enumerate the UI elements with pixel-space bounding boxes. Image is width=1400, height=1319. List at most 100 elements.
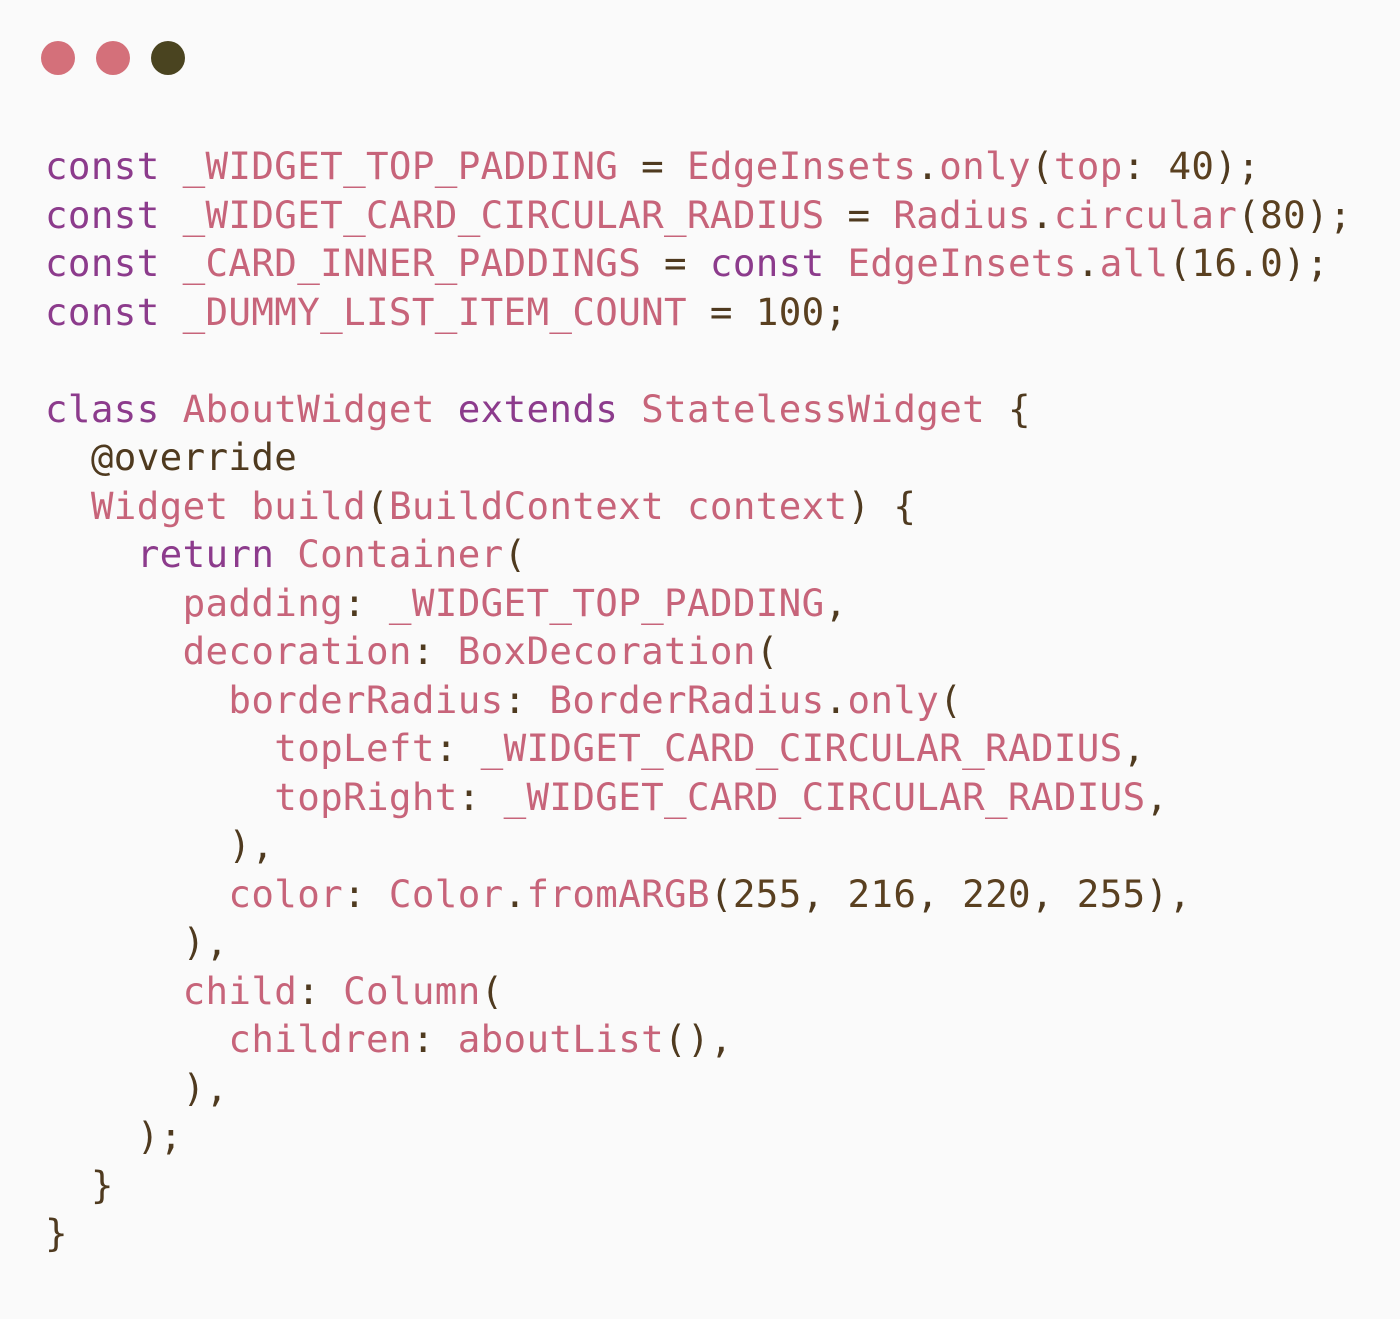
code-token: , [1122,726,1146,770]
code-token: } [45,1162,114,1207]
code-token: : [343,580,389,625]
code-token: ); [1306,192,1352,237]
code-token: BoxDecoration [457,629,756,673]
code-token: ( [1030,144,1054,188]
code-token: , [824,580,848,625]
code-token: children [228,1017,412,1061]
code-token: child [182,968,298,1013]
code-token: ( [503,532,527,576]
code-line: decoration: BoxDecoration( [45,627,1352,676]
code-token: : [411,1017,458,1061]
window-controls [41,41,185,75]
code-token: BorderRadius [549,677,825,722]
code-token: ; [824,289,848,334]
code-line: borderRadius: BorderRadius.only( [45,676,1352,725]
code-token: = [686,289,756,334]
code-token: @override [45,435,298,479]
code-token: = [641,241,710,285]
code-token: const [45,289,160,334]
code-token: : [297,968,344,1013]
code-token: _WIDGET_TOP_PADDING [388,580,825,625]
code-token: Container [297,532,504,576]
code-token: ( [480,968,504,1013]
code-token: only [847,677,940,722]
code-line: Widget build(BuildContext context) { [45,482,1352,531]
code-token: const [45,144,160,188]
code-token: Widget [90,483,229,528]
code-token: decoration [182,629,412,673]
code-token: ( [755,629,779,673]
code-token: _CARD_INNER_PADDINGS [182,241,642,285]
code-token: 40 [1168,144,1215,188]
code-token: ), [1145,871,1192,916]
code-token: only [939,144,1031,188]
close-dot-icon[interactable] [41,41,75,75]
code-token: (), [664,1017,733,1061]
code-token: ); [45,1114,183,1158]
code-token: , [1030,871,1077,916]
code-token: build [251,483,366,528]
code-token: borderRadius [228,677,504,722]
code-token: : [343,871,389,916]
code-token: ), [45,1065,229,1110]
code-token: , [916,871,963,916]
code-token: ( [1168,241,1192,285]
code-token: ); [1214,144,1261,188]
code-token: 16.0 [1191,241,1284,285]
code-token: class [45,386,160,431]
code-token: Color [388,871,504,916]
code-line: return Container( [45,530,1352,579]
code-block: const _WIDGET_TOP_PADDING = EdgeInsets. o… [45,142,1352,1258]
code-token: topLeft [274,726,435,770]
code-token: , [801,871,848,916]
code-token: _WIDGET_CARD_CIRCULAR_RADIUS [182,192,825,237]
code-line: ), [45,918,1352,967]
code-token: const [709,241,825,285]
code-token: . [503,871,527,916]
code-token: ( [366,483,389,528]
code-token: = [618,144,687,188]
code-token: AboutWidget [182,386,435,431]
code-token: _DUMMY_LIST_ITEM_COUNT [182,289,687,334]
code-line: class AboutWidget extends StatelessWidge… [45,385,1352,434]
code-line: ), [45,1064,1352,1113]
code-token: : [411,629,458,673]
code-token: : [503,677,550,722]
code-line: color: Color.fromARGB(255, 216, 220, 255… [45,870,1352,919]
code-line: } [45,1161,1352,1210]
code-line: } [45,1209,1352,1258]
code-token: Radius [893,192,1031,237]
code-token: . [1076,241,1100,285]
code-token: const [45,241,160,285]
minimize-dot-icon[interactable] [96,41,130,75]
code-token: 220 [962,871,1031,916]
maximize-dot-icon[interactable] [151,41,185,75]
code-token: context [687,483,848,528]
code-token: = [824,192,894,237]
code-token: Column [343,968,481,1013]
code-line: const _DUMMY_LIST_ITEM_COUNT = 100; [45,288,1352,337]
code-line: const _WIDGET_CARD_CIRCULAR_RADIUS = Rad… [45,191,1352,240]
code-token: topRight [274,774,458,819]
code-token: EdgeInsets [686,144,917,188]
code-token: } [45,1211,68,1255]
code-token: _WIDGET_CARD_CIRCULAR_RADIUS [503,774,1146,819]
code-token: : [1122,144,1169,188]
code-line: topLeft: _WIDGET_CARD_CIRCULAR_RADIUS, [45,724,1352,773]
code-token: aboutList [457,1017,665,1061]
